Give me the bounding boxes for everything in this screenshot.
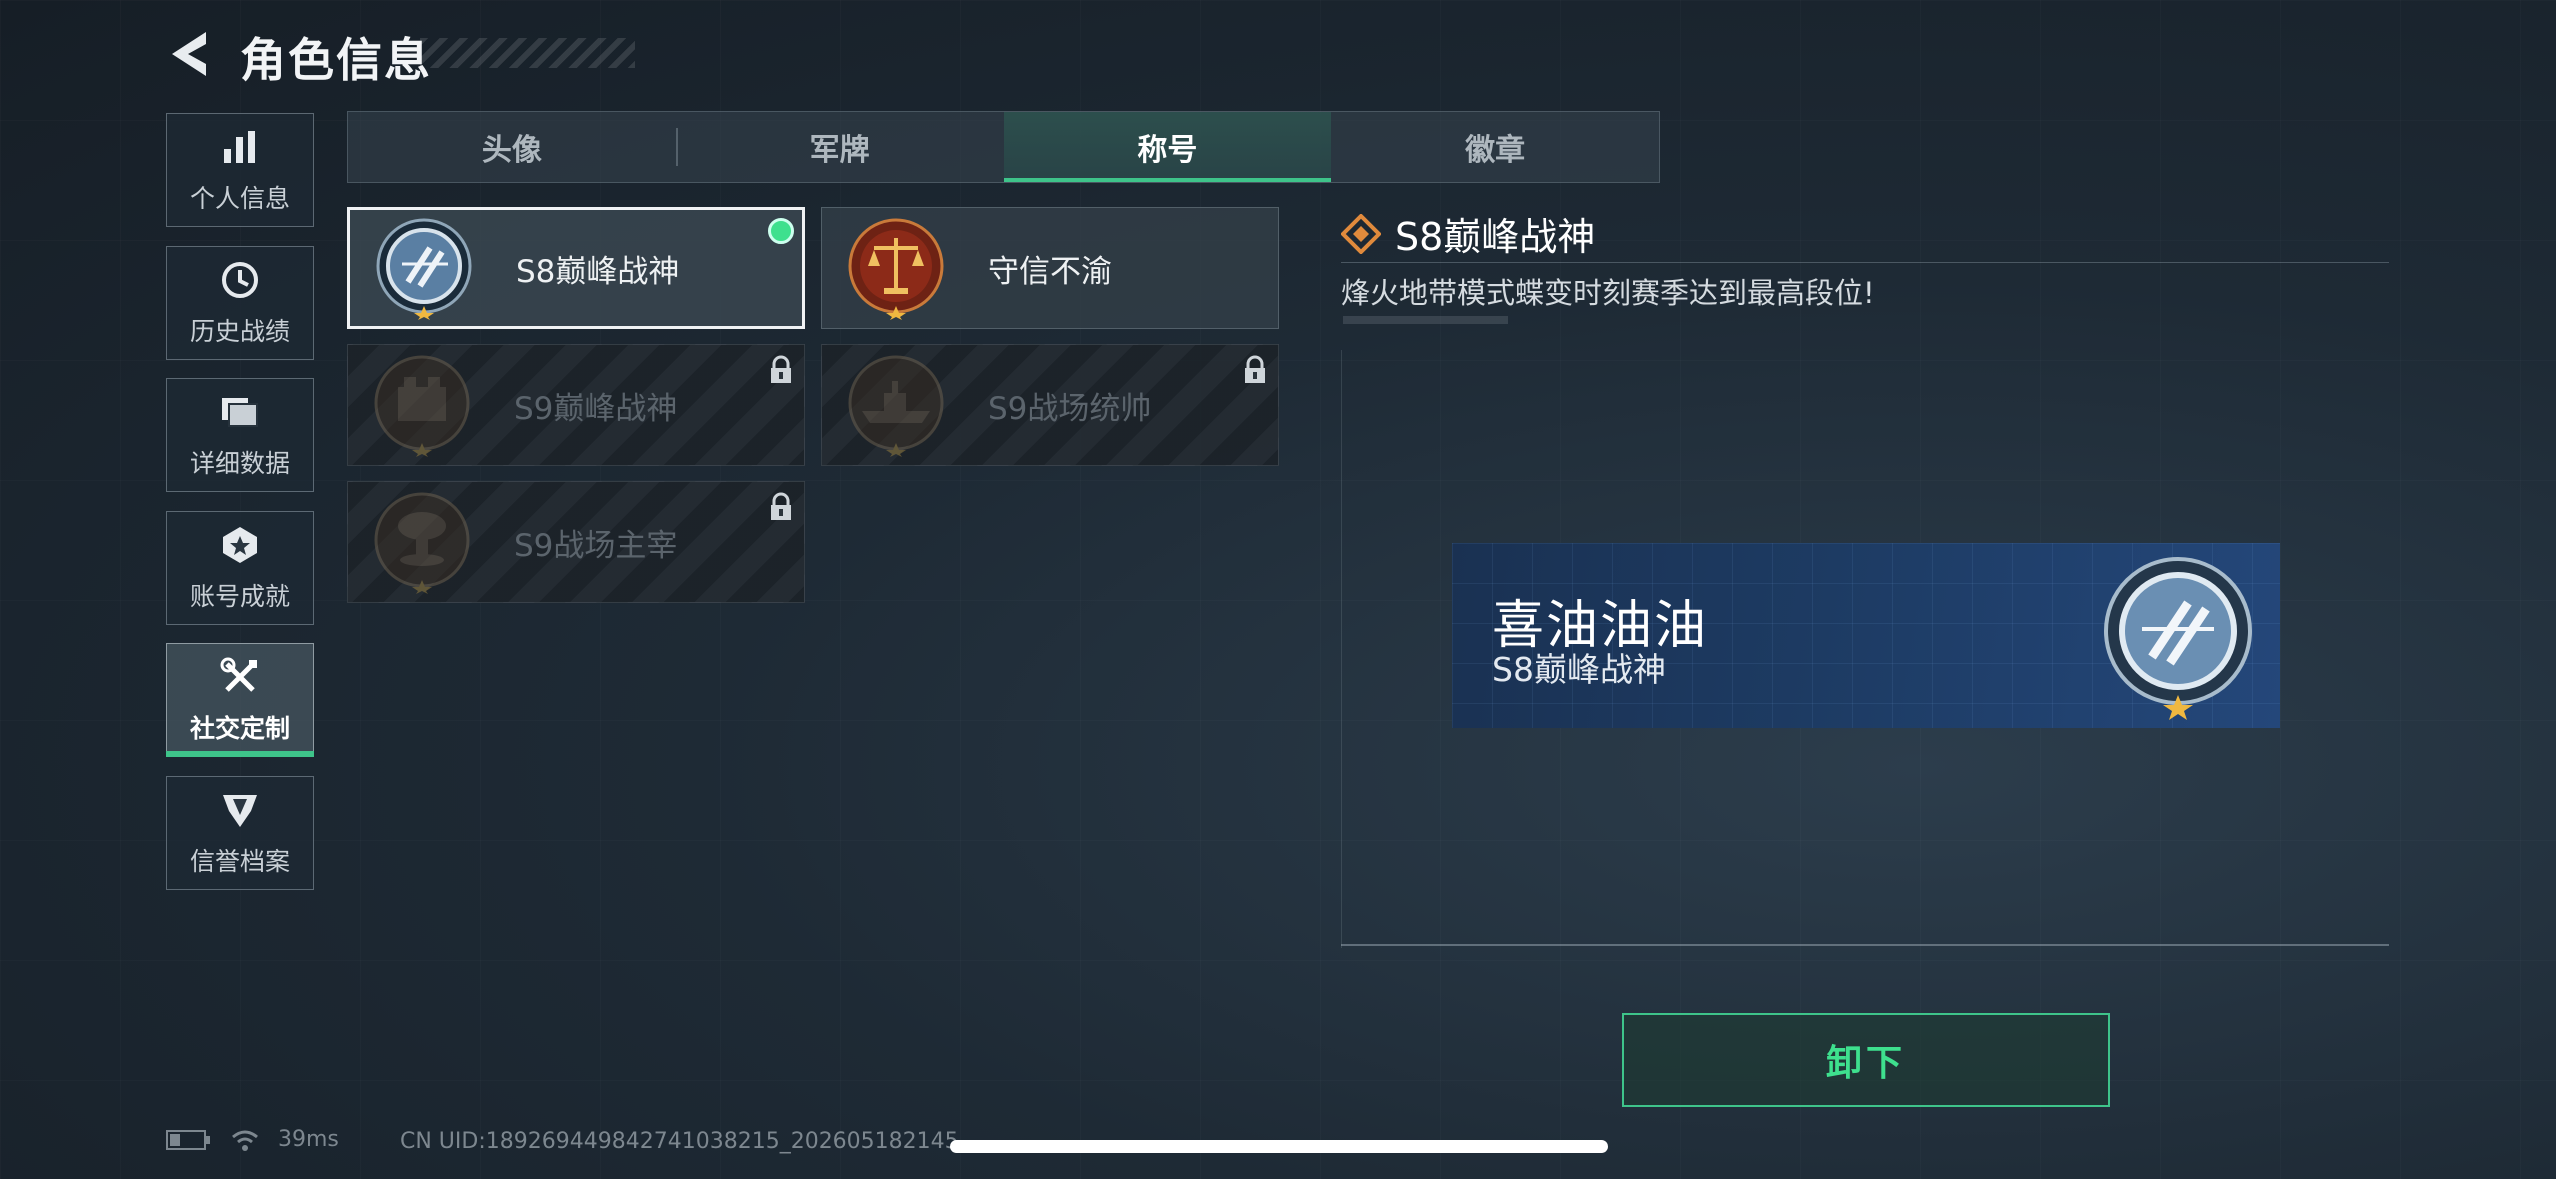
sidebar-item-label: 社交定制 [189, 714, 290, 743]
sidebar-item-label: 历史战绩 [189, 317, 290, 346]
sidebar-item-label: 信誉档案 [189, 847, 290, 876]
title-card-name: S8巅峰战神 [516, 253, 680, 290]
detail-title: S8巅峰战神 [1395, 215, 1596, 259]
sidebar-item-social-customization[interactable]: 社交定制 [166, 643, 314, 757]
title-card-name: S9战场主宰 [514, 527, 678, 564]
nameplate-preview: 喜油油油 S8巅峰战神 [1452, 543, 2280, 728]
battery-icon [166, 1129, 210, 1150]
sidebar-item-label: 详细数据 [189, 449, 290, 478]
wifi-icon [232, 1130, 258, 1151]
fortress-emblem-icon [374, 355, 470, 457]
title-card-name: S9巅峰战神 [514, 390, 678, 427]
detail-description: 烽火地带模式蝶变时刻赛季达到最高段位! [1341, 276, 1875, 310]
unequip-button[interactable]: 卸下 [1622, 1013, 2110, 1107]
diamond-icon [1341, 213, 1381, 254]
bar-chart-icon [218, 125, 262, 169]
back-arrow-icon [172, 32, 206, 76]
scales-of-justice-emblem-icon [848, 218, 944, 320]
lock-icon [771, 492, 791, 520]
ping-value: 39ms [278, 1127, 339, 1152]
equipped-indicator [768, 218, 794, 244]
back-button[interactable] [160, 24, 220, 84]
warship-emblem-icon [848, 355, 944, 457]
tab-bar: 头像 军牌 称号 徽章 [347, 111, 1660, 183]
title-card-s9-battlefield-ruler[interactable]: S9战场主宰 [347, 481, 805, 603]
title-card-s9-battlefield-commander[interactable]: S9战场统帅 [821, 344, 1279, 466]
detail-header: S8巅峰战神 [1341, 206, 1595, 261]
tab-dog-tag[interactable]: 军牌 [675, 112, 1004, 182]
home-indicator[interactable] [950, 1140, 1608, 1153]
title-card-s9-peak-warrior[interactable]: S9巅峰战神 [347, 344, 805, 466]
title-decoration [420, 38, 635, 68]
folder-icon [218, 390, 262, 434]
sidebar-item-detailed-data[interactable]: 详细数据 [166, 378, 314, 492]
sidebar-item-achievements[interactable]: 账号成就 [166, 511, 314, 625]
divider [1341, 944, 2389, 946]
title-card-faithful[interactable]: 守信不渝 [821, 207, 1279, 329]
medal-icon [218, 523, 262, 567]
divider [1341, 262, 2389, 263]
title-card-s8-peak-warrior[interactable]: S8巅峰战神 [347, 207, 805, 329]
mushroom-cloud-emblem-icon [374, 492, 470, 594]
nameplate-title: S8巅峰战神 [1492, 650, 1666, 689]
sidebar-item-label: 账号成就 [189, 582, 290, 611]
sidebar-item-personal-info[interactable]: 个人信息 [166, 113, 314, 227]
decoration-bar [1343, 316, 1508, 324]
sidebar-item-credit-record[interactable]: 信誉档案 [166, 776, 314, 890]
tools-icon [218, 655, 262, 699]
blue-laurel-emblem-icon [2104, 557, 2252, 720]
lock-icon [1245, 355, 1265, 383]
history-clock-icon [218, 258, 262, 302]
sidebar-item-label: 个人信息 [189, 184, 290, 213]
title-card-name: 守信不渝 [988, 253, 1112, 290]
page-title: 角色信息 [240, 33, 432, 87]
tab-badge[interactable]: 徽章 [1331, 112, 1659, 182]
lock-icon [771, 355, 791, 383]
blue-laurel-emblem-icon [376, 218, 472, 320]
sidebar-item-history[interactable]: 历史战绩 [166, 246, 314, 360]
uid-text: CN UID:189269449842741038215_20260518214… [400, 1129, 959, 1154]
tab-avatar[interactable]: 头像 [348, 112, 676, 182]
shield-badge-icon [218, 788, 262, 832]
tab-title[interactable]: 称号 [1003, 112, 1332, 182]
title-card-name: S9战场统帅 [988, 390, 1152, 427]
status-bar: 39ms [166, 1127, 339, 1152]
